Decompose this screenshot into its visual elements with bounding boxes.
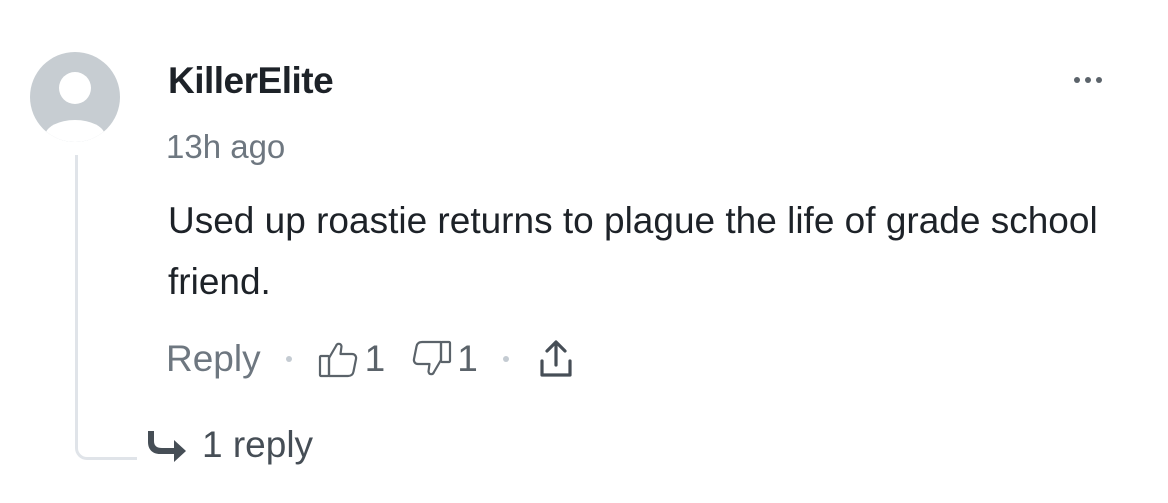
more-horizontal-icon (1085, 77, 1091, 83)
comment-author[interactable]: KillerElite (168, 60, 334, 102)
more-options-button[interactable] (1066, 66, 1110, 94)
user-silhouette-icon (30, 52, 120, 142)
comment-actions: Reply 1 1 (166, 334, 578, 384)
reply-arrow-icon (148, 431, 186, 462)
upvote-button[interactable]: 1 (317, 337, 386, 381)
avatar[interactable] (30, 52, 120, 142)
more-horizontal-icon (1096, 77, 1102, 83)
thread-connector-line (75, 155, 137, 460)
replies-count-label: 1 reply (202, 424, 314, 465)
thumbs-down-icon (412, 340, 452, 376)
separator-dot (285, 356, 292, 362)
upvote-count: 1 (364, 338, 386, 379)
comment-timestamp: 13h ago (166, 128, 286, 165)
share-icon (540, 340, 572, 377)
downvote-button[interactable]: 1 (409, 337, 478, 381)
reply-button[interactable]: Reply (166, 338, 261, 380)
separator-dot (502, 356, 509, 362)
more-horizontal-icon (1074, 77, 1080, 83)
share-button[interactable] (534, 337, 578, 381)
comment-text: Used up roastie returns to plague the li… (168, 200, 1098, 302)
view-replies-link[interactable]: 1 reply (148, 424, 313, 466)
thumbs-up-icon (318, 342, 357, 378)
downvote-count: 1 (457, 338, 478, 379)
